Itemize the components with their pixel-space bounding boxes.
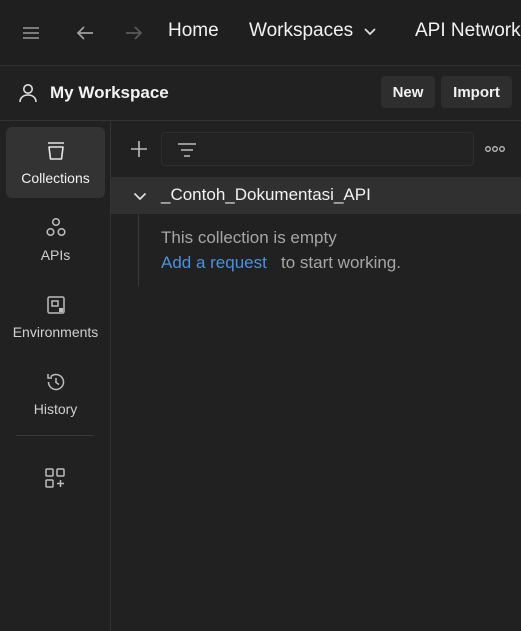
add-request-link[interactable]: Add a request bbox=[161, 253, 267, 273]
nav-api-network-link[interactable]: API Network bbox=[415, 20, 521, 42]
sidebar-item-apis[interactable]: APIs bbox=[6, 204, 105, 275]
tree-guide-line bbox=[138, 214, 139, 286]
search-box[interactable] bbox=[161, 132, 474, 167]
back-arrow-icon[interactable] bbox=[74, 22, 96, 44]
sidebar-item-collections[interactable]: Collections bbox=[6, 127, 105, 198]
nav-workspaces-dropdown[interactable]: Workspaces bbox=[249, 20, 377, 42]
collection-name: _Contoh_Dokumentasi_API bbox=[161, 185, 371, 204]
sidebar-item-environments[interactable]: Environments bbox=[6, 281, 105, 352]
nav-home-link[interactable]: Home bbox=[168, 20, 219, 42]
sidebar-item-label: History bbox=[33, 401, 78, 417]
start-working-text: to start working. bbox=[281, 253, 401, 272]
sidebar-item-history[interactable]: History bbox=[6, 358, 105, 429]
history-icon bbox=[44, 370, 68, 394]
user-icon bbox=[17, 82, 39, 104]
workspace-title: My Workspace bbox=[50, 83, 169, 102]
chevron-down-icon[interactable] bbox=[132, 188, 148, 204]
sidebar-item-label: APIs bbox=[40, 247, 71, 263]
top-navigation-bar: Home Workspaces API Network bbox=[0, 0, 521, 66]
more-options-icon[interactable] bbox=[484, 140, 506, 158]
collections-icon bbox=[44, 139, 68, 163]
empty-collection-text: This collection is empty bbox=[161, 228, 337, 247]
sidebar-item-label: Collections bbox=[21, 170, 90, 186]
add-widget-icon[interactable] bbox=[43, 466, 67, 490]
forward-arrow-icon[interactable] bbox=[123, 22, 145, 44]
menu-icon[interactable] bbox=[20, 22, 42, 44]
sidebar-divider bbox=[16, 435, 94, 436]
apis-icon bbox=[44, 216, 68, 240]
chevron-down-icon bbox=[364, 28, 376, 36]
environments-icon bbox=[44, 293, 68, 317]
collections-panel: _Contoh_Dokumentasi_API This collection … bbox=[111, 121, 521, 631]
new-button[interactable]: New bbox=[381, 76, 435, 108]
nav-workspaces-label: Workspaces bbox=[249, 20, 354, 41]
sidebar-item-label: Environments bbox=[12, 324, 99, 340]
filter-icon[interactable] bbox=[176, 139, 198, 161]
import-button[interactable]: Import bbox=[441, 76, 512, 108]
search-input[interactable] bbox=[210, 133, 469, 167]
workspace-header: My Workspace New Import bbox=[0, 66, 521, 121]
left-sidebar: Collections APIs Environments History bbox=[0, 121, 111, 631]
collection-row[interactable]: _Contoh_Dokumentasi_API bbox=[111, 177, 521, 214]
plus-icon[interactable] bbox=[128, 138, 150, 160]
